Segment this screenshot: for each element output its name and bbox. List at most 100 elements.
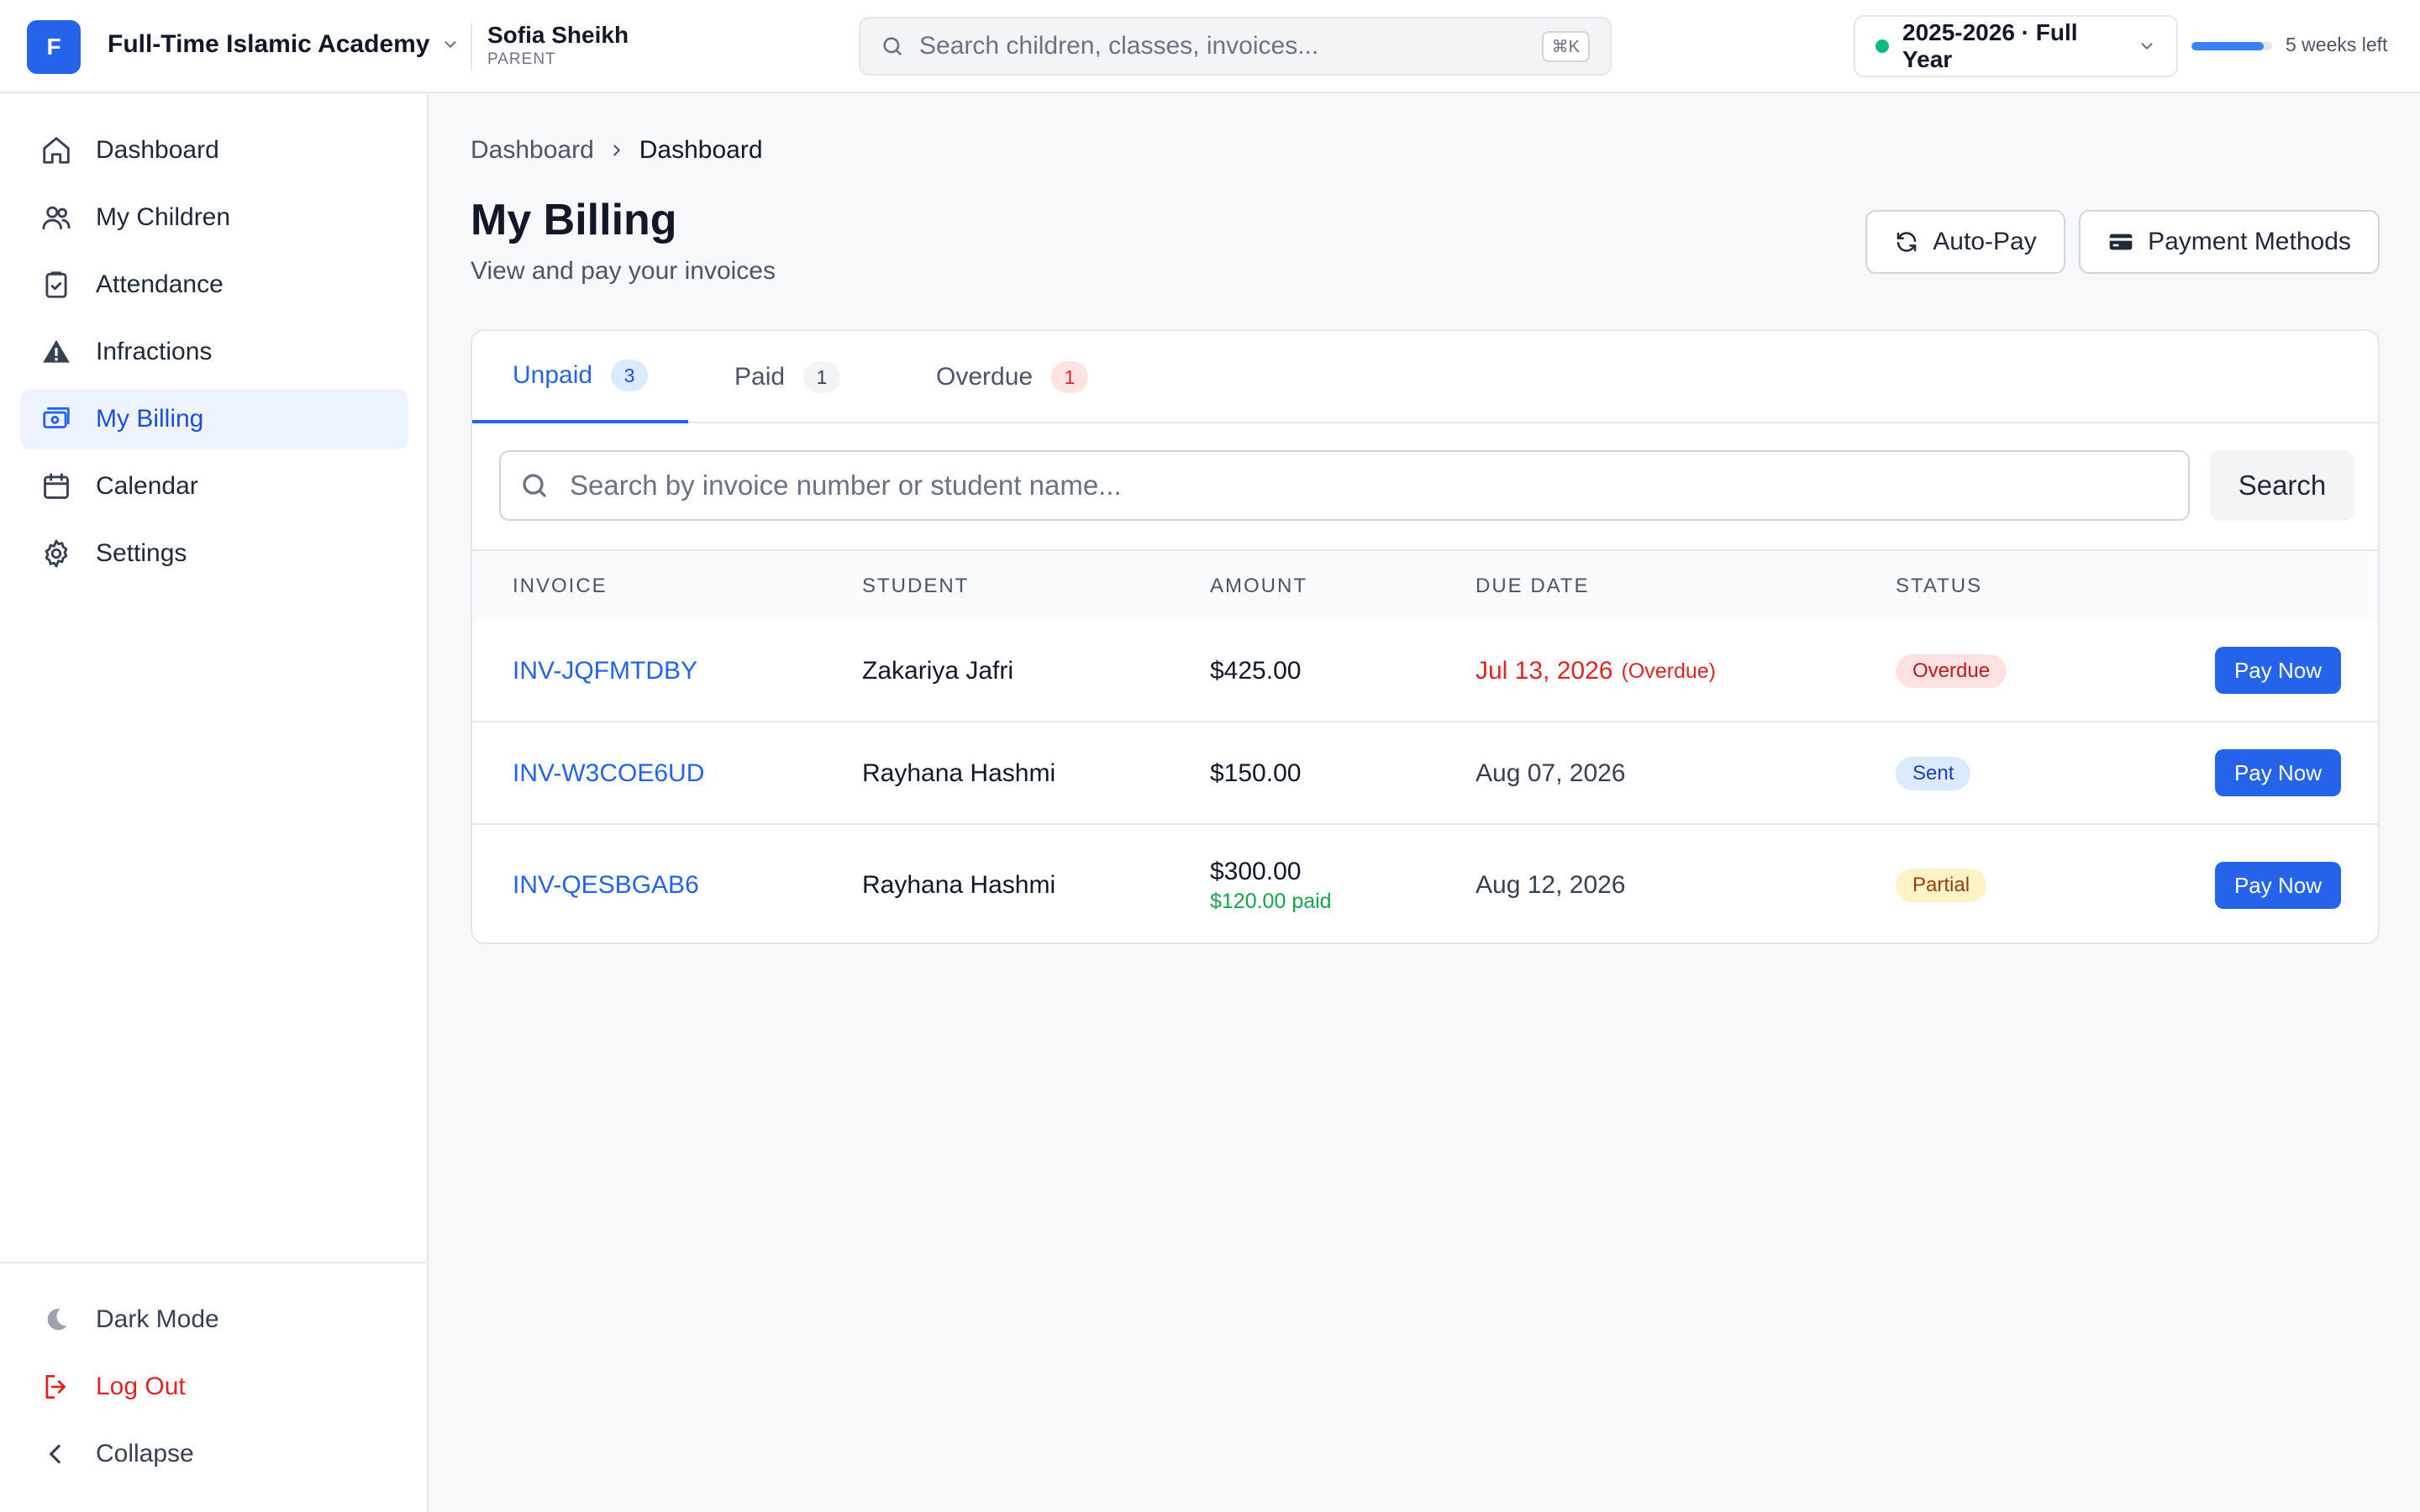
search-icon: [881, 34, 904, 58]
due-date-value: Aug 07, 2026: [1476, 759, 1626, 787]
student-name: Zakariya Jafri: [862, 657, 1014, 685]
sidebar-item-dashboard[interactable]: Dashboard: [20, 120, 408, 181]
logout-button[interactable]: Log Out: [20, 1357, 408, 1417]
student-name: Rayhana Hashmi: [862, 871, 1056, 899]
breadcrumb: Dashboard Dashboard: [471, 136, 763, 165]
breadcrumb-item[interactable]: Dashboard: [471, 136, 594, 165]
chevron-down-icon: [2138, 37, 2156, 55]
invoice-link[interactable]: INV-JQFMTDBY: [513, 620, 697, 722]
tab-label: Unpaid: [513, 361, 593, 389]
invoice-link[interactable]: INV-W3COE6UD: [513, 722, 704, 825]
logout-label: Log Out: [96, 1373, 186, 1400]
pay-now-button[interactable]: Pay Now: [2215, 647, 2341, 694]
sidebar: Dashboard My Children Attendance Infract…: [0, 93, 429, 1512]
column-header-invoice[interactable]: INVOICE: [513, 551, 608, 622]
tab-count-badge: 3: [611, 360, 649, 391]
column-header-amount[interactable]: AMOUNT: [1210, 551, 1307, 622]
invoice-search-input[interactable]: Search by invoice number or student name…: [499, 450, 2190, 521]
org-switcher[interactable]: Full-Time Islamic Academy: [108, 30, 460, 59]
page-title: My Billing: [471, 196, 677, 244]
search-icon: [519, 470, 550, 501]
sidebar-item-label: My Billing: [96, 405, 204, 433]
payment-methods-button[interactable]: Payment Methods: [2079, 210, 2380, 274]
amount-value: $150.00: [1210, 759, 1302, 787]
amount-value: $425.00: [1210, 657, 1302, 685]
topbar: F Full-Time Islamic Academy Sofia Sheikh…: [0, 0, 2420, 93]
tab-count-badge: 1: [1051, 361, 1089, 393]
logout-icon: [40, 1371, 72, 1403]
sidebar-item-label: Settings: [96, 539, 187, 567]
column-header-student[interactable]: STUDENT: [862, 551, 969, 622]
warning-icon: [40, 336, 72, 368]
topbar-divider: [471, 24, 472, 71]
calendar-icon: [40, 470, 72, 502]
search-shortcut: ⌘K: [1541, 30, 1590, 62]
amount-paid-note: $120.00 paid: [1210, 889, 1332, 913]
due-date-cell: Jul 13, 2026 (Overdue): [1476, 620, 1716, 722]
invoice-link[interactable]: INV-QESBGAB6: [513, 825, 699, 942]
collapse-sidebar-button[interactable]: Collapse: [20, 1424, 408, 1484]
status-cell: Partial: [1896, 825, 1987, 942]
table-header: INVOICE STUDENT AMOUNT DUE DATE STATUS: [472, 549, 2378, 620]
amount-cell: $150.00: [1210, 722, 1301, 825]
sidebar-item-label: Dashboard: [96, 136, 219, 164]
gear-icon: [40, 538, 72, 570]
sidebar-item-my-billing[interactable]: My Billing: [20, 389, 408, 449]
table-row: INV-JQFMTDBY Zakariya Jafri $425.00 Jul …: [472, 620, 2378, 722]
due-date-value: Jul 13, 2026: [1476, 657, 1613, 685]
weeks-left: 5 weeks left: [2286, 34, 2388, 55]
org-logo[interactable]: F: [27, 20, 81, 74]
status-cell: Sent: [1896, 722, 1971, 825]
payment-methods-label: Payment Methods: [2148, 228, 2351, 255]
user-name: Sofia Sheikh: [487, 22, 629, 48]
amount-cell: $300.00 $120.00 paid: [1210, 825, 1332, 942]
sidebar-item-label: Calendar: [96, 472, 198, 500]
tab-overdue[interactable]: Overdue 1: [896, 331, 1128, 423]
year-progress-fill: [2191, 42, 2265, 50]
sidebar-item-label: Infractions: [96, 338, 213, 365]
table-row: INV-QESBGAB6 Rayhana Hashmi $300.00 $120…: [472, 825, 2378, 942]
sidebar-item-attendance[interactable]: Attendance: [20, 255, 408, 315]
year-status-dot: [1876, 39, 1889, 53]
due-date-note: (Overdue): [1621, 659, 1717, 683]
school-year-label: 2025-2026 · Full Year: [1902, 19, 2078, 72]
credit-card-icon: [2107, 228, 2134, 255]
chevron-left-icon: [40, 1438, 72, 1470]
chevron-down-icon: [441, 35, 460, 54]
autopay-button[interactable]: Auto-Pay: [1865, 210, 2065, 274]
billing-icon: [40, 403, 72, 435]
column-header-status[interactable]: STATUS: [1896, 551, 1982, 622]
tab-label: Paid: [734, 363, 786, 391]
dark-mode-toggle[interactable]: Dark Mode: [20, 1289, 408, 1350]
clipboard-check-icon: [40, 269, 72, 301]
sidebar-item-settings[interactable]: Settings: [20, 523, 408, 584]
due-date-cell: Aug 07, 2026: [1476, 722, 1626, 825]
student-name: Rayhana Hashmi: [862, 759, 1056, 787]
search-button[interactable]: Search: [2210, 450, 2354, 521]
pay-now-button[interactable]: Pay Now: [2215, 862, 2341, 909]
pay-now-button[interactable]: Pay Now: [2215, 749, 2341, 796]
global-search-placeholder: Search children, classes, invoices...: [919, 32, 1319, 60]
status-cell: Overdue: [1896, 620, 2007, 722]
chevron-right-icon: [608, 141, 626, 160]
column-header-due-date[interactable]: DUE DATE: [1476, 551, 1590, 622]
school-year-select[interactable]: 2025-2026 · Full Year: [1854, 15, 2178, 77]
status-badge: Sent: [1896, 757, 1971, 790]
invoice-search-placeholder: Search by invoice number or student name…: [570, 470, 1122, 501]
tab-label: Overdue: [936, 363, 1034, 391]
year-progress-bar: [2191, 42, 2272, 50]
sidebar-item-my-children[interactable]: My Children: [20, 187, 408, 248]
collapse-label: Collapse: [96, 1440, 194, 1467]
global-search[interactable]: Search children, classes, invoices... ⌘K: [859, 17, 1612, 76]
moon-icon: [40, 1304, 72, 1336]
status-badge: Overdue: [1896, 654, 2007, 688]
status-badge: Partial: [1896, 869, 1987, 902]
amount-cell: $425.00: [1210, 620, 1301, 722]
users-icon: [40, 202, 72, 234]
user-role: PARENT: [487, 50, 556, 68]
tab-unpaid[interactable]: Unpaid 3: [472, 331, 689, 423]
sidebar-item-infractions[interactable]: Infractions: [20, 322, 408, 382]
tab-paid[interactable]: Paid 1: [694, 331, 881, 423]
sidebar-item-calendar[interactable]: Calendar: [20, 456, 408, 517]
due-date-value: Aug 12, 2026: [1476, 871, 1626, 899]
